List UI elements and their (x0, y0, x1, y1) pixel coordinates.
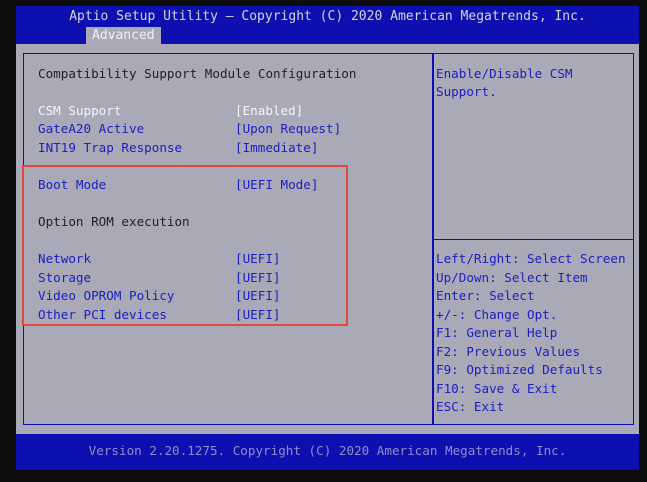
key-hint: F2: Previous Values (436, 344, 581, 359)
setting-value-int19[interactable]: [Immediate] (235, 140, 318, 156)
highlight-box (22, 165, 348, 326)
key-hint: Left/Right: Select Screen (436, 251, 626, 266)
help-panel: Enable/Disable CSM Support. Left/Right: … (433, 53, 634, 425)
key-hint: F1: General Help (436, 325, 558, 340)
help-divider (434, 239, 633, 240)
setting-value-gatea20[interactable]: [Upon Request] (235, 121, 341, 137)
help-text-line: Enable/Disable CSM (436, 66, 573, 81)
key-hint: ESC: Exit (436, 399, 505, 414)
app-title: Aptio Setup Utility – Copyright (C) 2020… (69, 9, 586, 24)
help-text-line: Support. (436, 84, 497, 99)
header-bar: Aptio Setup Utility – Copyright (C) 2020… (16, 6, 639, 44)
tab-advanced[interactable]: Advanced (86, 27, 161, 44)
key-hint: Up/Down: Select Item (436, 270, 588, 285)
key-hint: Enter: Select (436, 288, 535, 303)
section-title: Compatibility Support Module Configurati… (38, 66, 357, 81)
version-text: Version 2.20.1275. Copyright (C) 2020 Am… (88, 443, 567, 458)
setting-value-csm-support[interactable]: [Enabled] (235, 103, 303, 119)
footer-bar: Version 2.20.1275. Copyright (C) 2020 Am… (16, 434, 639, 470)
setting-label-gatea20[interactable]: GateA20 Active (38, 121, 144, 137)
setting-label-csm-support[interactable]: CSM Support (38, 103, 121, 119)
key-hint: F10: Save & Exit (436, 381, 558, 396)
setting-label-int19[interactable]: INT19 Trap Response (38, 140, 182, 156)
key-hint: F9: Optimized Defaults (436, 362, 603, 377)
key-hint: +/-: Change Opt. (436, 307, 558, 322)
